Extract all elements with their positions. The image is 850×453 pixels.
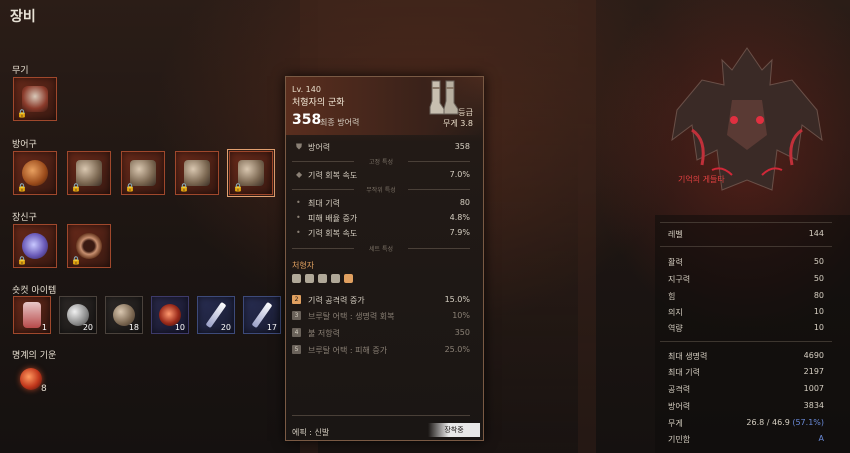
- stat-row: 방어력 3834: [668, 401, 824, 411]
- stat-row: 활력 50: [668, 257, 824, 267]
- armor-section-label: 방어구: [12, 140, 37, 150]
- set-name: 처형자: [292, 261, 315, 270]
- item-count: 1: [41, 323, 47, 332]
- soul-count: 8: [41, 384, 47, 394]
- lock-icon: 🔒: [71, 183, 81, 192]
- stat-row-weight: 무게 26.8 / 46.9 (57.1%): [668, 418, 824, 428]
- item-name: 처형자의 군화: [292, 98, 345, 108]
- weapon-section-label: 무기: [12, 66, 29, 76]
- lock-icon: 🔒: [179, 183, 189, 192]
- chest-piece-icon: [305, 274, 314, 283]
- item-count: 10: [174, 323, 185, 332]
- lock-icon: 🔒: [17, 183, 27, 192]
- boss-name: 기억의 게들타: [678, 175, 725, 184]
- stats-divider: [660, 222, 832, 223]
- stat-row: 공격력 1007: [668, 384, 824, 394]
- armor-slot-boots[interactable]: 🔒: [227, 149, 275, 197]
- lock-icon: 🔒: [17, 109, 27, 118]
- stat-row-agility: 기민함 A: [668, 434, 824, 444]
- armor-slot-legs[interactable]: 🔒: [175, 151, 219, 195]
- helmet-piece-icon: [292, 274, 301, 283]
- armor-slot-helmet[interactable]: 🔒: [13, 151, 57, 195]
- boots-piece-icon: [344, 274, 353, 283]
- item-grade: 등급: [458, 108, 473, 117]
- armor-slot-gloves[interactable]: 🔒: [121, 151, 165, 195]
- final-defense-value: 358: [292, 112, 322, 128]
- quick-slot-2[interactable]: 20: [59, 296, 97, 334]
- potion-icon: [23, 302, 41, 328]
- stat-row: 의지 10: [668, 307, 824, 317]
- page-title: 장비: [10, 9, 36, 25]
- lock-icon: 🔒: [71, 256, 81, 265]
- soul-section-label: 명계의 기운: [12, 351, 57, 361]
- quick-slot-6[interactable]: 17: [243, 296, 281, 334]
- stat-row-level: 레벨 144: [668, 229, 824, 239]
- stat-row: 지구력 50: [668, 274, 824, 284]
- final-defense-label: 최종 방어력: [320, 118, 360, 127]
- stat-row: 최대 생명력 4690: [668, 351, 824, 361]
- item-count: 20: [82, 323, 93, 332]
- stats-divider: [660, 341, 832, 342]
- item-rarity: 에픽 : 신발: [292, 428, 330, 437]
- stat-row: 역량 10: [668, 323, 824, 333]
- set-piece-icons: [292, 274, 353, 283]
- item-count: 17: [266, 323, 277, 332]
- item-count: 20: [220, 323, 231, 332]
- equipped-badge[interactable]: 장착중: [428, 423, 480, 437]
- gloves-piece-icon: [318, 274, 327, 283]
- stat-row: 최대 기력 2197: [668, 367, 824, 377]
- soul-orb-icon[interactable]: [20, 368, 42, 390]
- quick-slot-5[interactable]: 20: [197, 296, 235, 334]
- lock-icon: 🔒: [233, 183, 243, 192]
- accessory-section-label: 장신구: [12, 213, 37, 223]
- quick-slot-4[interactable]: 10: [151, 296, 189, 334]
- item-level: Lv. 140: [292, 85, 321, 94]
- tooltip-footer-divider: [292, 415, 470, 416]
- item-weight: 무게 3.8: [443, 119, 473, 128]
- accessory-slot-amulet[interactable]: 🔒: [13, 224, 57, 268]
- quick-slot-1[interactable]: 1: [13, 296, 51, 334]
- lock-icon: 🔒: [125, 183, 135, 192]
- legs-piece-icon: [331, 274, 340, 283]
- lock-icon: 🔒: [17, 256, 27, 265]
- stats-divider: [660, 246, 832, 247]
- item-tooltip: Lv. 140 처형자의 군화 358 최종 방어력 등급 무게 3.8 ⛊ 방…: [285, 76, 484, 441]
- accessory-slot-ring[interactable]: 🔒: [67, 224, 111, 268]
- stat-row: 힘 80: [668, 291, 824, 301]
- fixed-traits-divider: 고정 특성: [292, 157, 470, 166]
- random-traits-divider: 무작위 특성: [292, 185, 470, 194]
- item-count: 18: [128, 323, 139, 332]
- quick-slot-3[interactable]: 18: [105, 296, 143, 334]
- boots-item-image: [429, 80, 459, 115]
- shortcut-section-label: 숏컷 아이템: [12, 286, 57, 296]
- shield-icon: ⛊: [296, 142, 302, 151]
- weapon-slot[interactable]: 🔒: [13, 77, 57, 121]
- armor-slot-chest[interactable]: 🔒: [67, 151, 111, 195]
- set-traits-divider: 세트 특성: [292, 244, 470, 253]
